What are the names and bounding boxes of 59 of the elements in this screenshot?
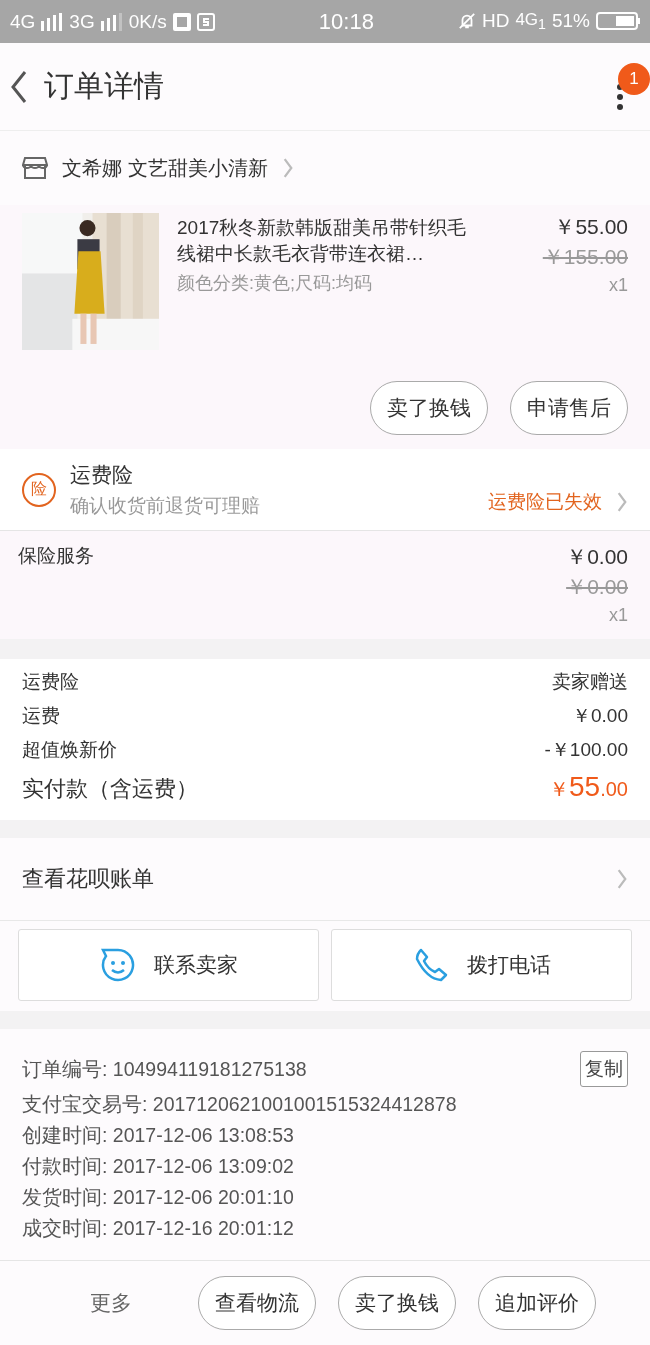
original-price: ￥155.00 [542,244,628,270]
battery-icon [596,11,640,32]
contact-button[interactable]: 联系卖家 [18,929,319,1001]
total-amount: ￥55.00 [549,771,628,803]
fee-label: 超值焕新价 [22,738,117,762]
battery-percent: 51% [551,10,590,33]
order-detail-line: 成交时间: 2017-12-16 20:01:12 [22,1216,295,1241]
fee-value: -￥100.00 [544,738,628,762]
signal-icon [41,12,64,31]
service-price: ￥0.00 [566,544,628,570]
service-name: 保险服务 [18,544,95,568]
network-label: 4G$_{1}$ [515,10,546,33]
store-icon [22,156,48,180]
app-icon [172,12,191,31]
action-button[interactable]: 卖了换钱 [338,1276,456,1330]
hd-label: HD [481,10,510,33]
shop-name[interactable]: 文希娜 文艺甜美小清新 [62,154,268,182]
copy-button[interactable]: 复制 [580,1051,628,1087]
chevron-icon [281,157,294,179]
contact-button[interactable]: 拨打电话 [331,929,632,1001]
insurance-status[interactable]: 运费险已失效 [488,488,602,515]
action-button[interactable]: 申请售后 [510,381,628,435]
insurance-subtitle: 确认收货前退货可理赔 [70,493,261,518]
app-icon [196,12,215,31]
action-button[interactable]: 查看物流 [198,1276,316,1330]
order-detail-line: 发货时间: 2017-12-06 20:01:10 [22,1185,295,1210]
mute-bell-icon [457,12,476,31]
fee-value: ￥0.00 [572,704,628,728]
fee-label: 运费险 [22,670,79,694]
network-label: 4G [10,10,36,33]
insurance-badge-icon: 险 [22,472,56,507]
order-detail-line: 支付宝交易号: 2017120621001001515324412878 [22,1092,458,1117]
insurance-title: 运费险 [70,461,134,488]
product-price: ￥55.00 [554,214,628,240]
signal-icon [100,12,123,31]
huabei-bill-link[interactable]: 查看花呗账单 [22,864,154,894]
product-sku: 颜色分类:黄色;尺码:均码 [177,272,373,295]
fee-label: 运费 [22,704,60,728]
back-icon[interactable] [10,69,28,104]
quantity: x1 [609,605,628,626]
action-button[interactable]: 卖了换钱 [370,381,488,435]
quantity: x1 [609,275,628,296]
more-link[interactable]: 更多 [90,1289,132,1317]
clock: 10:18 [318,8,374,35]
original-price: ￥0.00 [566,574,628,600]
fee-value: 卖家赠送 [552,670,628,694]
notification-badge: 1 [618,62,650,95]
action-button[interactable]: 追加评价 [478,1276,596,1330]
network-label: 3G [69,10,95,33]
total-label: 实付款（含运费） [22,775,198,803]
order-number: 订单编号: 104994119181275138 [22,1056,307,1082]
order-detail-line: 创建时间: 2017-12-06 13:08:53 [22,1123,295,1148]
page-title: 订单详情 [44,68,165,104]
network-speed: 0K/s [128,10,167,33]
product-title[interactable]: 2017秋冬新款韩版甜美吊带针织毛线裙中长款毛衣背带连衣裙… [177,215,483,267]
chevron-icon [616,490,628,513]
smiley-chat-icon [99,947,136,983]
order-detail-line: 付款时间: 2017-12-06 13:09:02 [22,1154,295,1179]
chevron-icon [616,868,628,890]
